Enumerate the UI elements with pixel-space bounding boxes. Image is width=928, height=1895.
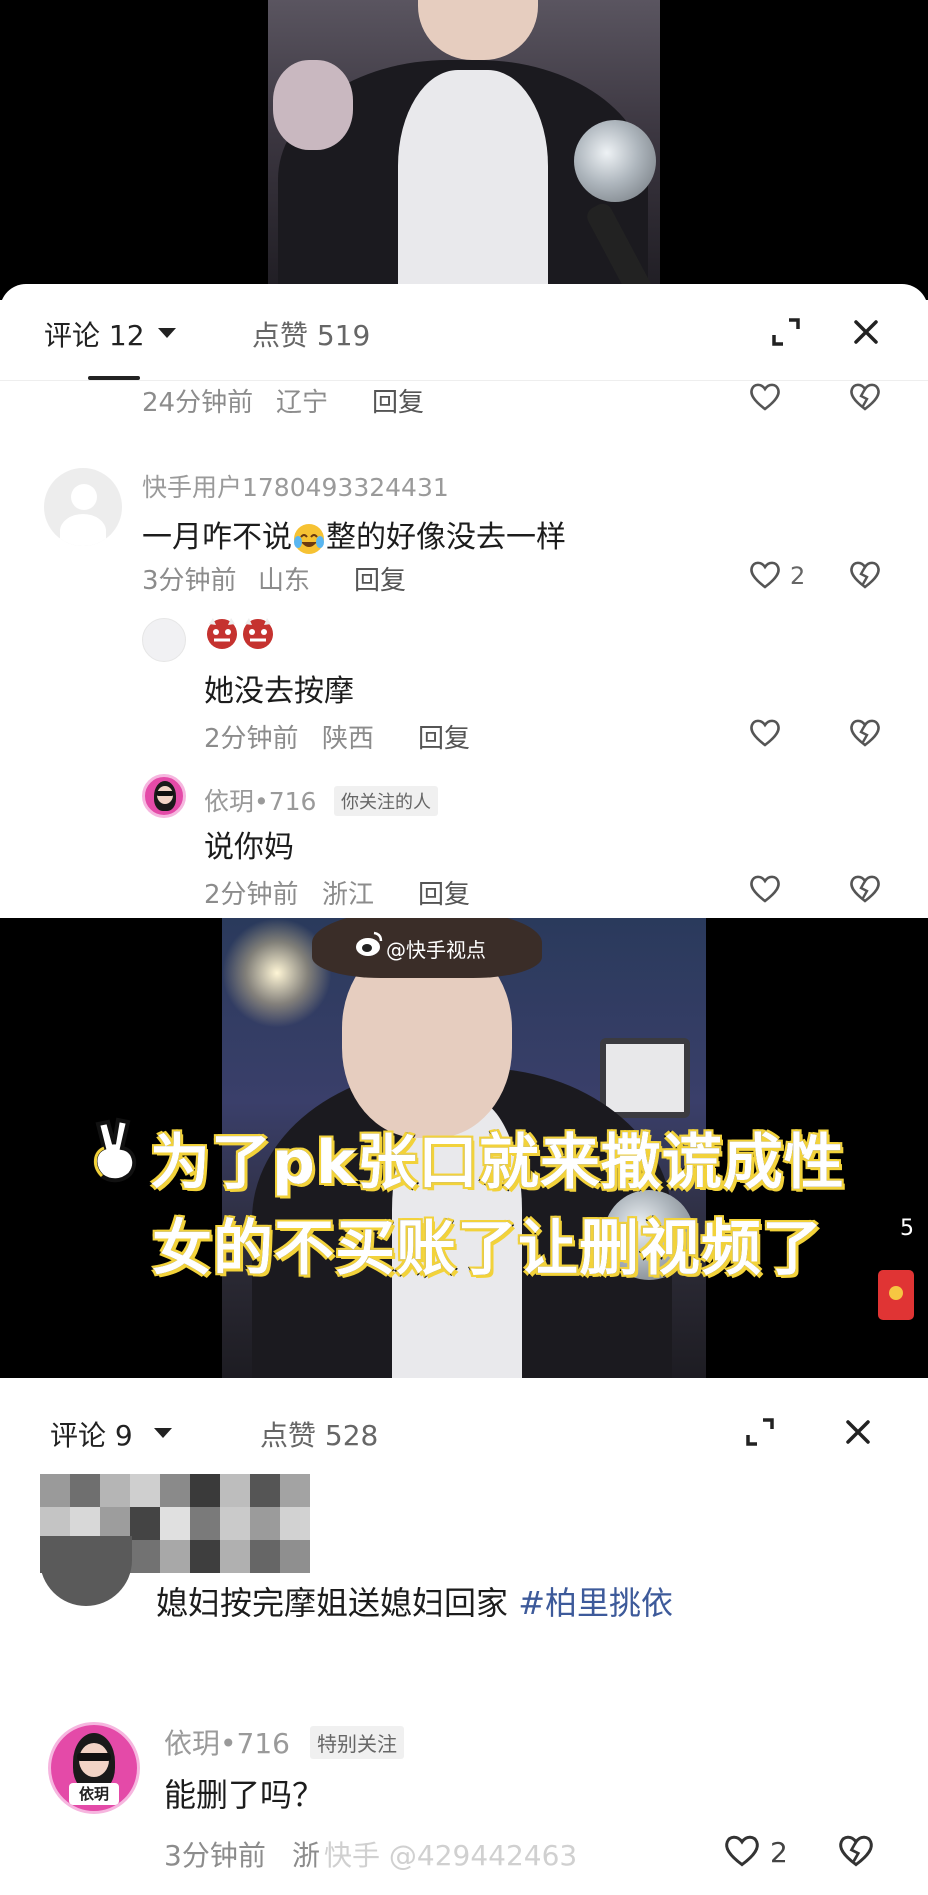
broken-heart-icon[interactable] [848, 382, 882, 412]
heart-outline-icon[interactable] [748, 560, 782, 590]
heart-outline-icon[interactable] [748, 718, 782, 748]
avatar[interactable] [44, 468, 122, 546]
heart-outline-icon[interactable] [748, 382, 782, 412]
comment-username[interactable]: 快手用户1780493324431 [142, 468, 449, 504]
comment-panel-1: 评论 12 点赞 519 24分钟前 辽宁 回复 快手用户17804933244… [0, 284, 928, 918]
comment-emoji-line [204, 614, 276, 651]
comment-text: 媳妇按完摩姐送媳妇回家 #柏里挑依 [156, 1578, 673, 1624]
person-hand [273, 60, 353, 150]
comment-text: 一月咋不说 整的好像没去一样 [142, 512, 566, 556]
comments-tab[interactable]: 评论 9 [50, 1414, 133, 1454]
avatar[interactable] [142, 774, 186, 818]
like-count: 2 [770, 1836, 788, 1869]
kuaishou-watermark: 快手 @429442463 [324, 1839, 578, 1872]
heart-outline-icon[interactable] [722, 1834, 762, 1868]
comment-time: 24分钟前 [142, 388, 254, 418]
broken-heart-icon[interactable] [848, 718, 882, 748]
hashtag-link[interactable]: #柏里挑依 [518, 1584, 673, 1622]
amplifier [600, 1038, 690, 1118]
comment-panel-header: 评论 12 点赞 519 [0, 284, 928, 380]
comment-text-part: 一月咋不说 [142, 520, 292, 555]
comment-region: 陕西 [322, 724, 375, 754]
laughing-crying-emoji-icon [294, 523, 324, 554]
comment-time: 2分钟前 [204, 724, 299, 754]
reply-button[interactable]: 回复 [418, 874, 470, 911]
microphone [574, 120, 656, 202]
comment-region: 浙江 [322, 880, 375, 910]
avatar-head [71, 484, 97, 510]
comment-time: 3分钟前 [164, 1839, 266, 1872]
weibo-watermark: @快手视点 [386, 938, 486, 962]
broken-heart-icon[interactable] [836, 1834, 876, 1868]
avatar-body [60, 514, 106, 546]
ogre-emoji-icon [243, 617, 273, 649]
comment-text-part: 媳妇按完摩姐送媳妇回家 [156, 1584, 509, 1622]
close-icon[interactable] [848, 314, 884, 350]
video-caption-line-1: 为了pk张口就来撒谎成性 [149, 1127, 846, 1200]
comment-text-part: 整的好像没去一样 [326, 520, 566, 555]
avatar[interactable] [40, 1536, 132, 1606]
weibo-logo-icon [356, 931, 383, 956]
expand-icon[interactable] [742, 1414, 778, 1450]
comment-text: 她没去按摩 [204, 674, 354, 709]
special-follow-badge: 特别关注 [310, 1726, 404, 1759]
video-frame-middle[interactable]: @快手视点 为了pk张口就来撒谎成性 女的不买账了让删视频了 5 [0, 918, 928, 1378]
following-badge: 你关注的人 [334, 786, 438, 816]
person-face [418, 0, 538, 60]
video-caption-line-2: 女的不买账了让删视频了 [151, 1213, 824, 1286]
comment-text: 说你妈 [204, 830, 294, 865]
header-divider [0, 380, 928, 381]
comment-region: 浙 [292, 1839, 321, 1872]
comment-region: 山东 [258, 566, 311, 596]
comment-panel-2: 评论 9 点赞 528 媳妇按完摩姐送媳妇回家 #柏里挑依 依玥 依玥•716 … [0, 1378, 928, 1895]
close-icon[interactable] [840, 1414, 876, 1450]
comment-text: 能删了吗？ [164, 1776, 325, 1814]
chevron-down-icon[interactable] [154, 1428, 172, 1438]
comment-username[interactable]: 依玥•716 [204, 782, 316, 818]
expand-icon[interactable] [768, 314, 804, 350]
broken-heart-icon[interactable] [848, 560, 882, 590]
sunglasses-icon [156, 791, 174, 796]
broken-heart-icon[interactable] [848, 874, 882, 904]
ogre-emoji-icon [207, 617, 237, 649]
red-packet-icon[interactable] [878, 1270, 914, 1320]
peace-hand-icon [93, 1117, 137, 1183]
reply-button[interactable]: 回复 [354, 560, 406, 597]
comment-region: 辽宁 [276, 388, 329, 418]
chevron-down-icon[interactable] [158, 328, 176, 338]
comment-panel-header: 评论 9 点赞 528 [0, 1378, 928, 1458]
reply-button[interactable]: 回复 [418, 718, 470, 755]
comment-username[interactable]: 依玥•716 [164, 1722, 290, 1762]
comment-time: 3分钟前 [142, 566, 237, 596]
heart-outline-icon[interactable] [748, 874, 782, 904]
reply-button[interactable]: 回复 [372, 382, 424, 419]
video-scene [268, 0, 660, 300]
person-shirt [398, 70, 548, 300]
likes-tab[interactable]: 点赞 519 [252, 314, 370, 354]
edge-digit: 5 [900, 1216, 914, 1241]
comment-time: 2分钟前 [204, 880, 299, 910]
likes-tab[interactable]: 点赞 528 [260, 1414, 378, 1454]
video-frame-top[interactable] [0, 0, 928, 300]
sunglasses-icon [77, 1753, 111, 1761]
avatar[interactable]: 依玥 [48, 1722, 140, 1814]
like-count: 2 [790, 562, 806, 590]
avatar-label: 依玥 [69, 1783, 119, 1805]
avatar[interactable] [142, 618, 186, 662]
comments-tab[interactable]: 评论 12 [44, 314, 145, 354]
